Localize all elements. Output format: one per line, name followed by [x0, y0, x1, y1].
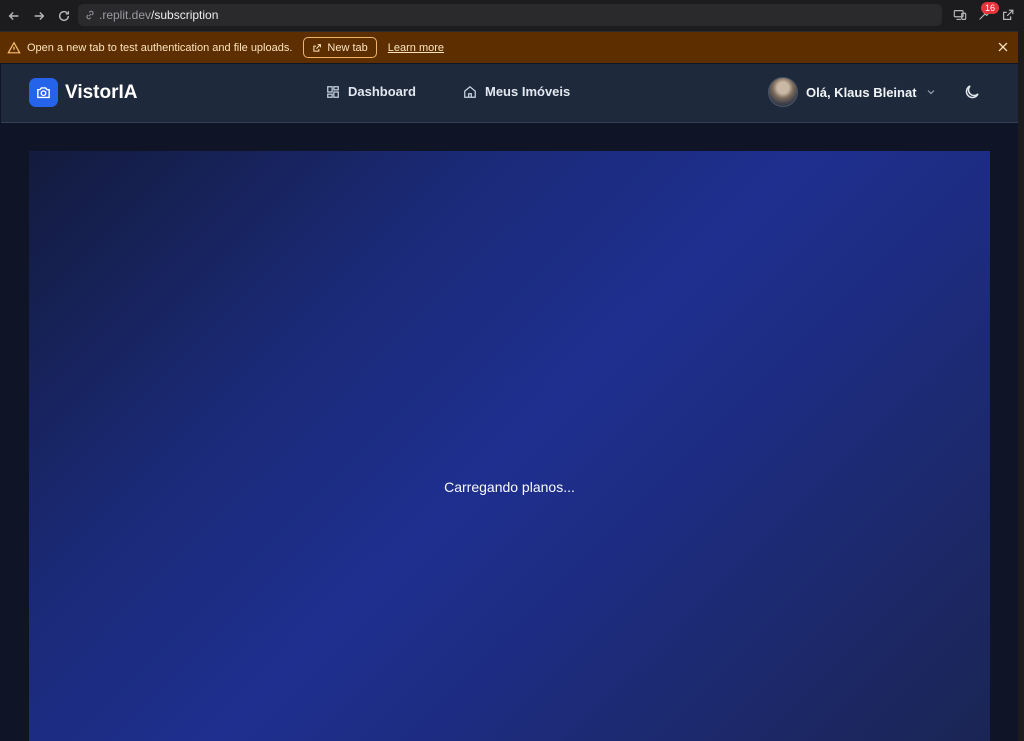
url-path: /subscription — [151, 8, 219, 22]
external-link-icon — [313, 43, 322, 52]
forward-icon[interactable] — [28, 5, 50, 27]
nav-meus-imoveis-label: Meus Imóveis — [485, 84, 571, 99]
nav-meus-imoveis[interactable]: Meus Imóveis — [463, 84, 570, 99]
link-icon — [86, 10, 94, 20]
learn-more-link[interactable]: Learn more — [388, 42, 444, 54]
tools-icon[interactable]: 16 — [974, 2, 999, 25]
reload-icon[interactable] — [53, 5, 75, 27]
banner-message: Open a new tab to test authentication an… — [27, 41, 293, 54]
close-icon[interactable] — [996, 40, 1010, 54]
url-host: .replit.dev — [99, 8, 152, 22]
avatar — [768, 77, 798, 107]
loading-text: Carregando planos... — [444, 479, 575, 495]
nav-dashboard-label: Dashboard — [348, 84, 416, 99]
browser-toolbar: .replit.dev/subscription 16 — [0, 0, 1024, 32]
new-tab-button[interactable]: New tab — [303, 37, 377, 58]
home-icon — [464, 85, 476, 98]
brand-name: VistorIA — [65, 81, 138, 103]
open-external-icon[interactable] — [998, 5, 1018, 25]
window-edge — [1018, 31, 1024, 741]
devices-icon[interactable] — [950, 5, 970, 25]
back-icon[interactable] — [3, 5, 25, 27]
nav-dashboard[interactable]: Dashboard — [326, 84, 416, 99]
address-bar[interactable]: .replit.dev/subscription — [78, 4, 942, 26]
chevron-down-icon — [927, 90, 934, 95]
user-greeting: Olá, Klaus Bleinat — [806, 84, 917, 100]
grid-icon — [327, 85, 339, 98]
brand-logo[interactable]: VistorIA — [29, 78, 138, 107]
notification-badge: 16 — [981, 2, 999, 14]
warning-icon — [7, 41, 21, 53]
app-header: VistorIA Dashboard Meus Imóveis Olá, Kla… — [1, 64, 1018, 123]
new-tab-label: New tab — [327, 41, 368, 54]
user-menu[interactable]: Olá, Klaus Bleinat — [768, 77, 937, 107]
subscription-panel: Carregando planos... — [29, 151, 990, 741]
auth-warning-banner: Open a new tab to test authentication an… — [0, 32, 1024, 63]
moon-icon[interactable] — [963, 83, 981, 101]
camera-icon — [29, 78, 58, 107]
